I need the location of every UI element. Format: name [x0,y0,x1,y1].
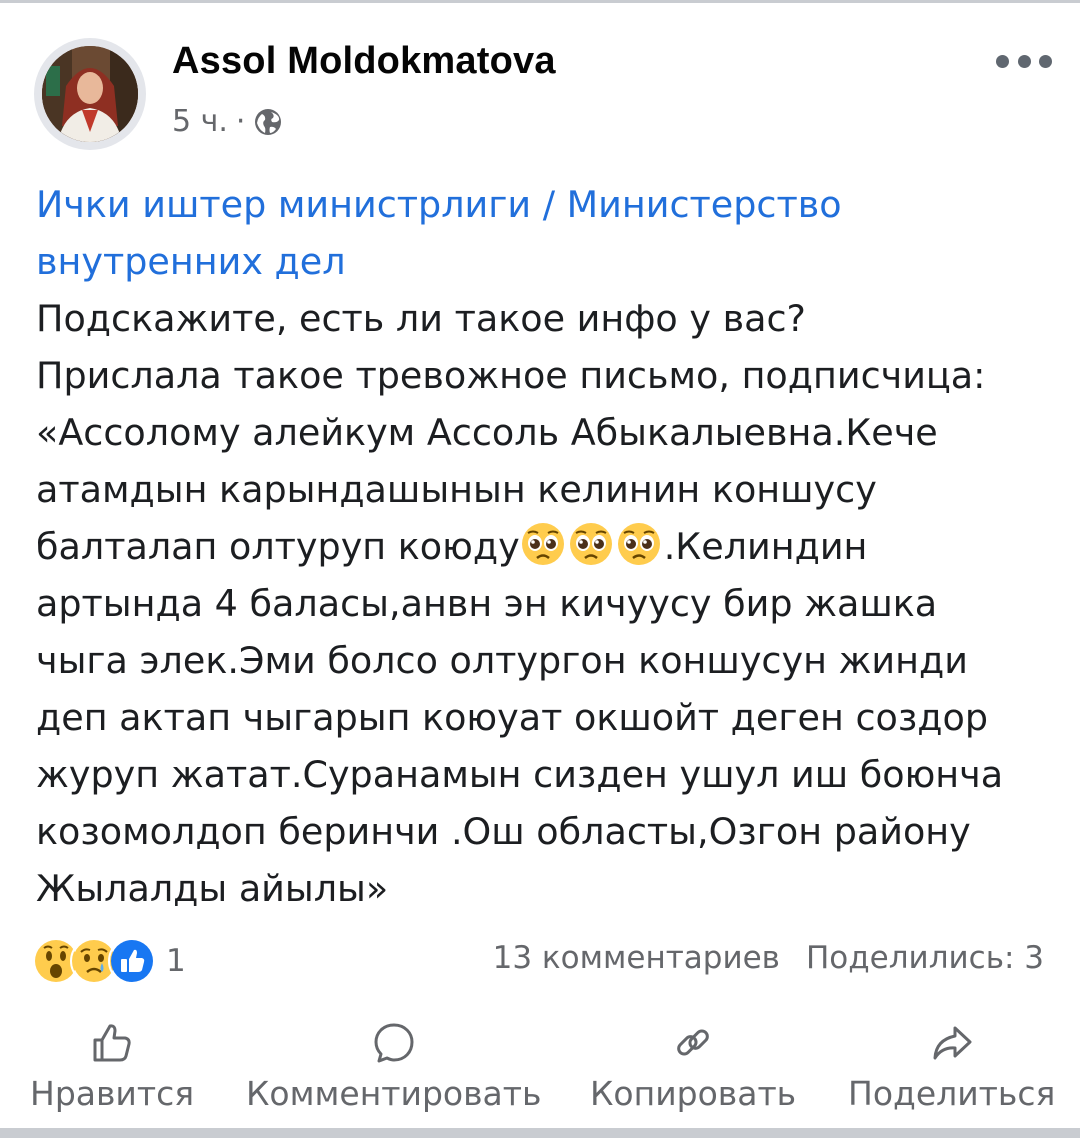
share-label: Поделиться [848,1074,1056,1113]
comment-bubble-icon [374,1023,414,1063]
like-reaction-icon [108,937,156,985]
link-icon [677,1029,709,1056]
reactions-summary[interactable]: 1 [32,937,186,985]
globe-icon [255,108,282,135]
comment-button[interactable]: Комментировать [246,1020,541,1113]
pleading-face-emoji [617,523,660,565]
avatar[interactable] [34,38,146,150]
avatar-photo [42,46,138,142]
share-arrow-icon [933,1026,972,1060]
author-name[interactable]: Assol Moldokmatova [172,40,556,83]
text-line: Прислала такое тревожное письмо, подписч… [36,354,986,397]
text-line: атамдын карындашынын келинин коншусу [36,468,877,511]
text-line: козомолдоп беринчи .Ош областы,Озгон рай… [36,810,971,853]
action-bar: Нравится Комментировать Копировать Подел… [0,1020,1080,1120]
shares-count[interactable]: Поделились: 3 [806,940,1044,976]
post-time[interactable]: 5 ч. [172,104,228,139]
copy-button[interactable]: Копировать [590,1020,796,1113]
mention-link-line-1[interactable]: Ички иштер министрлиги / Министерство [36,176,1046,233]
copy-label: Копировать [590,1074,797,1113]
text-line: Подскажите, есть ли такое инфо у вас? [36,297,806,340]
pleading-face-emoji [569,523,612,565]
comment-label: Комментировать [246,1074,542,1113]
more-options-icon[interactable] [996,54,1052,68]
text-line-with-emoji: балталап олтуруп коюду .Келиндин [36,518,1046,575]
bottom-divider [0,1128,1080,1138]
post-stats: 13 комментариев Поделились: 3 [493,940,1044,976]
mention-link-line-2[interactable]: внутренних дел [36,233,1046,290]
text-line: Жылалды айылы» [36,867,389,910]
pleading-face-emoji [521,523,564,565]
text-line: артында 4 баласы,анвн эн кичуусу бир жаш… [36,582,938,625]
comments-count[interactable]: 13 комментариев [493,940,780,976]
text-line: «Ассолому алейкум Ассоль Абыкалыевна.Кеч… [36,411,938,454]
text-line: деп актап чыгарып коюуат окшойт деген со… [36,696,989,739]
text-line: чыга элек.Эми болсо олтургон коншусун жи… [36,639,968,682]
reaction-count: 1 [166,943,186,979]
share-button[interactable]: Поделиться [848,1020,1055,1113]
text-line: журуп жатат.Суранамын сизден ушул иш бою… [36,753,1004,796]
like-button[interactable]: Нравится [30,1020,194,1113]
post-text: Ички иштер министрлиги / Министерство вн… [36,176,1046,917]
thumbs-up-icon [93,1024,131,1062]
text-fragment: балталап олтуруп коюду [36,525,520,568]
text-fragment: .Келиндин [663,525,868,568]
post-meta: 5 ч. · [172,104,283,139]
like-label: Нравится [30,1074,195,1113]
top-divider [0,0,1080,3]
meta-separator: · [235,104,246,139]
